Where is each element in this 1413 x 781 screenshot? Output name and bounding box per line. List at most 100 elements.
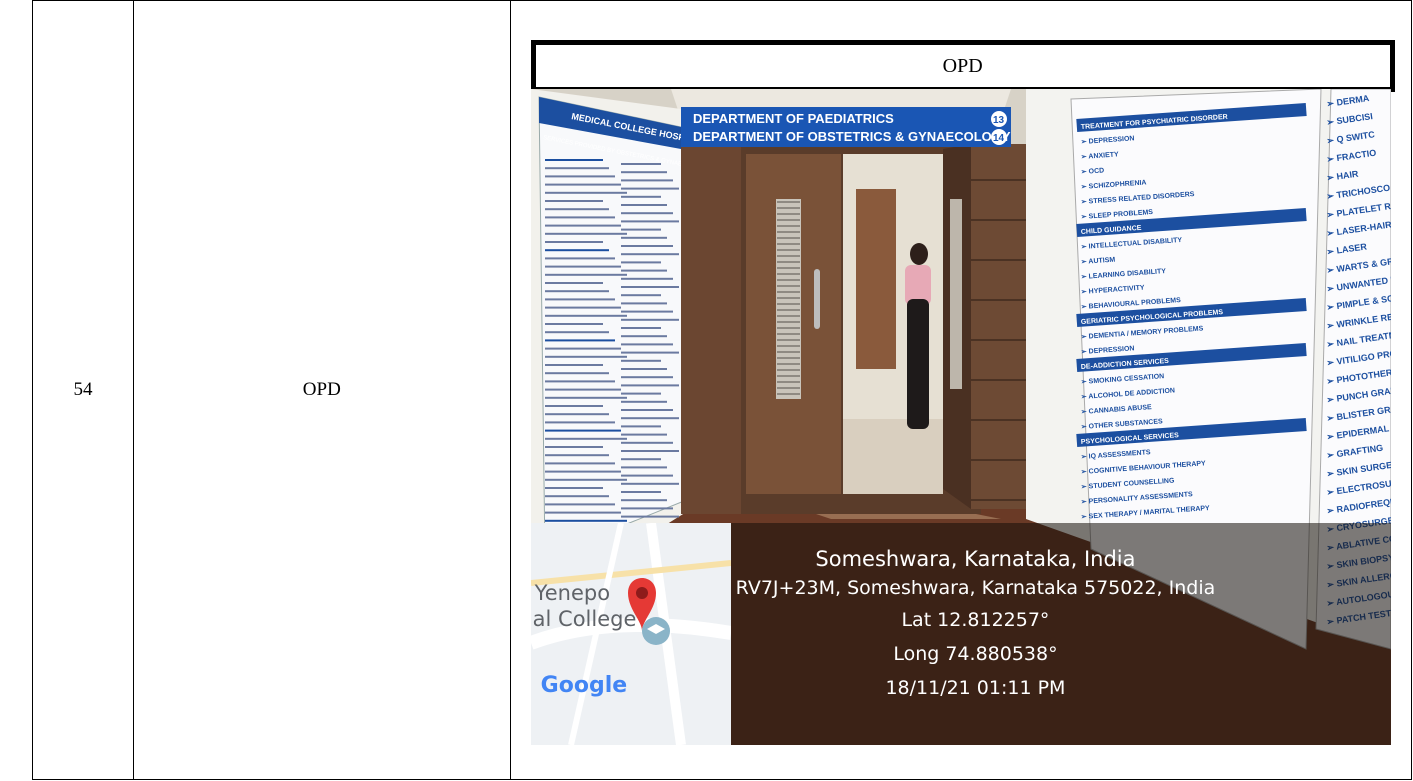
board-text-line bbox=[544, 232, 627, 235]
board-text-line bbox=[620, 368, 667, 370]
department-line-1: DEPARTMENT OF PAEDIATRICS bbox=[693, 111, 894, 126]
board-text-line bbox=[620, 286, 679, 288]
photo-cell: OPD MEDICAL COLLEGE HOSPITAL SERVICES PR… bbox=[509, 0, 1413, 780]
board-text-line bbox=[620, 318, 679, 321]
board-text-line bbox=[544, 364, 603, 366]
board-text-line bbox=[544, 339, 615, 342]
board-text-line bbox=[620, 482, 679, 485]
window-stripe bbox=[776, 303, 800, 305]
board-text-line bbox=[544, 495, 609, 498]
board-text-line bbox=[544, 331, 609, 334]
window-stripe bbox=[776, 333, 800, 335]
board-text-line bbox=[544, 511, 621, 514]
open-door-window bbox=[949, 199, 962, 389]
board-text-line bbox=[620, 228, 661, 231]
board-text-line bbox=[544, 421, 615, 424]
window-stripe bbox=[776, 345, 800, 347]
window-stripe bbox=[776, 357, 800, 359]
board-text-line bbox=[544, 446, 603, 448]
table-row: 54 OPD OPD MEDICAL COLLEGE HOSPITAL SERV… bbox=[32, 0, 1413, 780]
window-stripe bbox=[776, 267, 800, 269]
geotag-datetime: 18/11/21 01:11 PM bbox=[885, 677, 1066, 699]
board-text-line bbox=[544, 372, 609, 375]
board-text-line bbox=[620, 179, 673, 182]
board-text-line bbox=[620, 474, 673, 477]
window-stripe bbox=[776, 363, 800, 365]
window-stripe bbox=[776, 309, 800, 311]
panel-groove bbox=[970, 219, 1026, 221]
panel-groove bbox=[970, 379, 1026, 381]
department-number-2: 14 bbox=[993, 133, 1005, 144]
door-handle bbox=[813, 269, 820, 329]
board-text-line bbox=[544, 298, 615, 301]
document-table: 54 OPD OPD MEDICAL COLLEGE HOSPITAL SERV… bbox=[32, 0, 1413, 780]
board-text-line bbox=[620, 425, 661, 428]
board-text-line bbox=[620, 204, 667, 206]
board-text-line bbox=[620, 450, 679, 452]
board-text-line bbox=[620, 441, 673, 444]
board-text-line bbox=[544, 405, 603, 407]
board-text-line bbox=[620, 187, 679, 190]
panel-groove bbox=[970, 499, 1026, 501]
window-stripe bbox=[776, 255, 800, 257]
board-text-line bbox=[620, 195, 661, 198]
board-text-line bbox=[620, 261, 661, 264]
geotag-latitude: Lat 12.812257° bbox=[901, 609, 1050, 631]
board-text-line bbox=[544, 429, 621, 432]
window-stripe bbox=[776, 387, 800, 389]
geotag-address: RV7J+23M, Someshwara, Karnataka 575022, … bbox=[735, 577, 1216, 599]
board-text-line bbox=[544, 306, 621, 309]
board-text-line bbox=[544, 314, 627, 317]
name-cell: OPD bbox=[132, 0, 511, 780]
person-head bbox=[909, 243, 928, 265]
board-text-line bbox=[620, 376, 673, 379]
board-text-line bbox=[620, 507, 673, 510]
board-text-line bbox=[544, 273, 627, 276]
window-stripe bbox=[776, 249, 800, 251]
panel-groove bbox=[970, 459, 1026, 461]
board-text-line bbox=[620, 171, 667, 174]
window-stripe bbox=[776, 297, 800, 299]
window-stripe bbox=[776, 339, 800, 341]
board-text-line bbox=[544, 454, 609, 457]
window-stripe bbox=[776, 375, 800, 377]
board-text-line bbox=[620, 327, 661, 329]
board-text-line bbox=[544, 257, 615, 260]
serial-number-cell: 54 bbox=[32, 0, 134, 780]
map-thumbnail: Yenepo al College Google bbox=[530, 523, 731, 745]
window-stripe bbox=[776, 207, 800, 209]
board-text-line bbox=[544, 241, 603, 243]
department-number-1: 13 bbox=[993, 115, 1005, 126]
window-stripe bbox=[776, 381, 800, 383]
board-text-line bbox=[544, 437, 627, 440]
board-text-line bbox=[620, 515, 679, 518]
geotag-text: Someshwara, Karnataka, India RV7J+23M, S… bbox=[736, 545, 1216, 705]
window-stripe bbox=[776, 291, 800, 293]
panel-groove bbox=[970, 259, 1026, 261]
board-text-line bbox=[620, 236, 667, 239]
board-text-line bbox=[620, 384, 679, 387]
board-text-line bbox=[544, 265, 621, 268]
window-stripe bbox=[776, 315, 800, 317]
board-text-line bbox=[544, 347, 621, 350]
geotag-longitude: Long 74.880538° bbox=[893, 643, 1058, 665]
board-text-line bbox=[620, 294, 661, 297]
geotag-overlay: Yenepo al College Google Someshwara, Kar… bbox=[530, 523, 1391, 745]
board-text-line bbox=[620, 491, 661, 493]
board-text-line bbox=[544, 478, 627, 481]
photo-caption: OPD bbox=[530, 40, 1395, 92]
board-text-line bbox=[544, 216, 615, 219]
panel-groove bbox=[970, 179, 1026, 181]
board-text-line bbox=[620, 466, 667, 469]
board-text-line bbox=[544, 323, 603, 325]
board-text-line bbox=[544, 290, 609, 293]
board-text-line bbox=[544, 183, 621, 186]
window-stripe bbox=[776, 351, 800, 353]
board-text-line bbox=[620, 310, 673, 313]
board-text-line bbox=[620, 335, 667, 338]
opd-photo: MEDICAL COLLEGE HOSPITAL SERVICES PROVID… bbox=[530, 89, 1391, 745]
board-text-line bbox=[620, 417, 679, 420]
window-stripe bbox=[776, 285, 800, 287]
person-body bbox=[906, 299, 929, 429]
board-text-line bbox=[544, 200, 603, 202]
